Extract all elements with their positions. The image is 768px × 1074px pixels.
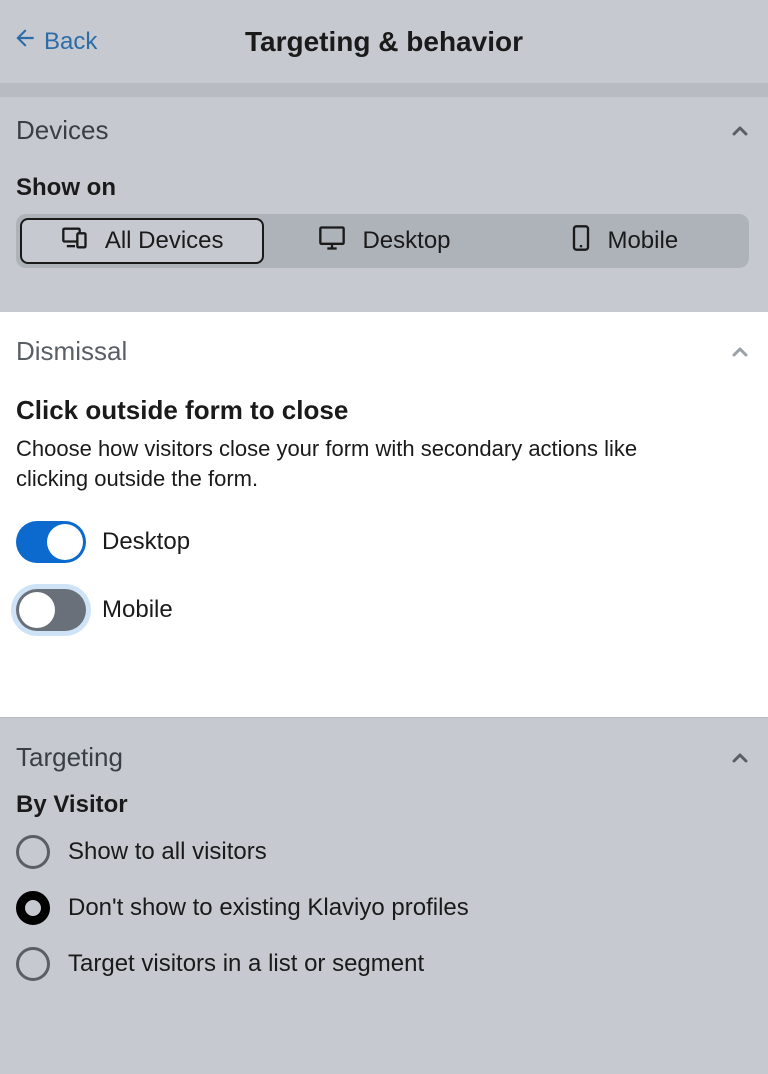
radio-target-list[interactable]: Target visitors in a list or segment [16, 947, 752, 981]
all-devices-icon [61, 224, 89, 259]
dismissal-title: Dismissal [16, 336, 127, 367]
radio-hide-existing[interactable]: Don't show to existing Klaviyo profiles [16, 891, 752, 925]
dismissal-section: Dismissal Click outside form to close Ch… [0, 312, 768, 717]
segment-desktop-label: Desktop [362, 227, 450, 255]
click-outside-description: Choose how visitors close your form with… [16, 434, 696, 493]
radio-label: Target visitors in a list or segment [68, 950, 424, 978]
segment-desktop[interactable]: Desktop [264, 218, 504, 264]
segment-mobile-label: Mobile [607, 227, 678, 255]
segment-all-label: All Devices [105, 227, 224, 255]
toggle-mobile-label: Mobile [102, 596, 173, 624]
page-title: Targeting & behavior [245, 26, 523, 58]
radio-icon [16, 891, 50, 925]
back-button[interactable]: Back [12, 25, 97, 58]
show-on-label: Show on [16, 174, 752, 202]
devices-header[interactable]: Devices [16, 115, 752, 146]
targeting-section: Targeting By Visitor Show to all visitor… [0, 717, 768, 1033]
radio-label: Show to all visitors [68, 838, 267, 866]
radio-show-all[interactable]: Show to all visitors [16, 835, 752, 869]
device-segmented-control: All Devices Desktop Mobile [16, 214, 749, 268]
chevron-up-icon [728, 746, 752, 770]
by-visitor-label: By Visitor [16, 791, 752, 819]
chevron-up-icon [728, 119, 752, 143]
segment-mobile[interactable]: Mobile [505, 218, 745, 264]
devices-section: Devices Show on All Devices Desktop Mobi… [0, 96, 768, 312]
back-label: Back [44, 28, 97, 56]
devices-title: Devices [16, 115, 108, 146]
click-outside-heading: Click outside form to close [16, 395, 752, 426]
toggle-row-desktop: Desktop [16, 521, 752, 563]
radio-icon [16, 947, 50, 981]
mobile-icon [571, 224, 591, 259]
targeting-header[interactable]: Targeting [16, 742, 752, 773]
radio-label: Don't show to existing Klaviyo profiles [68, 894, 469, 922]
topbar: Back Targeting & behavior [0, 0, 768, 84]
segment-all-devices[interactable]: All Devices [20, 218, 264, 264]
targeting-title: Targeting [16, 742, 123, 773]
radio-icon [16, 835, 50, 869]
desktop-icon [318, 224, 346, 259]
arrow-left-icon [12, 25, 38, 58]
toggle-desktop-label: Desktop [102, 528, 190, 556]
toggle-mobile[interactable] [16, 589, 86, 631]
toggle-desktop[interactable] [16, 521, 86, 563]
divider [0, 84, 768, 96]
chevron-up-icon [728, 340, 752, 364]
dismissal-header[interactable]: Dismissal [16, 336, 752, 367]
toggle-row-mobile: Mobile [16, 589, 752, 631]
